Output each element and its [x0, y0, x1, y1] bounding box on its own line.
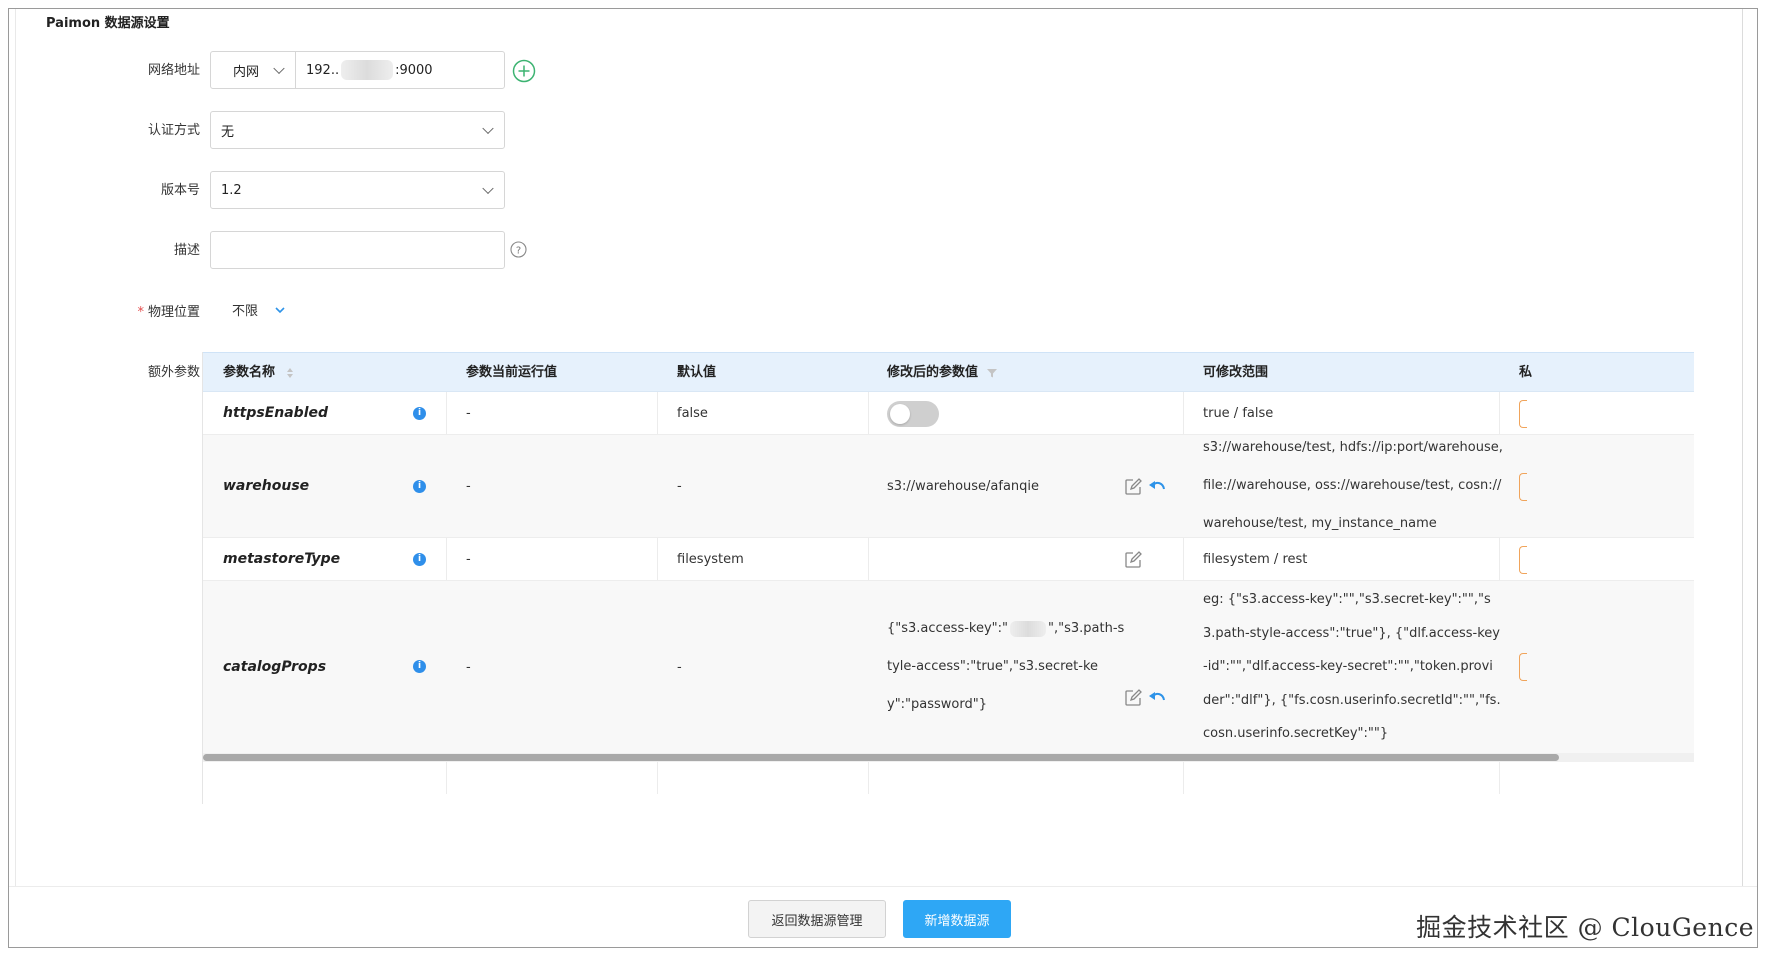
desc-label: 描述: [173, 243, 200, 258]
network-label: 网络地址: [147, 63, 200, 78]
default-value: filesystem: [677, 551, 744, 567]
default-value: -: [677, 478, 682, 494]
modified-line: y":"password"}: [887, 697, 988, 712]
param-name: warehouse: [223, 478, 310, 494]
help-icon[interactable]: ?: [510, 241, 527, 258]
range-line: -id":"","dlf.access-key-secret":"","toke…: [1203, 659, 1493, 675]
row-action-edge[interactable]: [1519, 473, 1527, 501]
range-line: eg: {"s3.access-key":"","s3.secret-key":…: [1203, 592, 1491, 608]
info-icon[interactable]: i: [413, 407, 426, 420]
col-modified-value[interactable]: 修改后的参数值: [887, 353, 997, 393]
col-private: 私: [1519, 365, 1533, 380]
range-line: s3://warehouse/test, hdfs://ip:port/ware…: [1203, 440, 1503, 455]
table-row: catalogProps i - - {"s3.access-key":" ","…: [203, 581, 1694, 753]
auth-select[interactable]: 无: [210, 111, 505, 149]
auth-value: 无: [221, 124, 235, 140]
table-row: metastoreType i - filesystem filesystem …: [203, 538, 1694, 581]
col-param-name-label: 参数名称: [223, 365, 276, 380]
network-type-select[interactable]: 内网: [210, 51, 296, 89]
add-datasource-button[interactable]: 新增数据源: [903, 900, 1011, 938]
col-current-value: 参数当前运行值: [466, 365, 558, 380]
info-icon[interactable]: i: [413, 553, 426, 566]
location-select[interactable]: 不限: [232, 300, 286, 319]
info-icon[interactable]: i: [413, 480, 426, 493]
chevron-down-icon: [275, 306, 285, 313]
col-default-value: 默认值: [677, 365, 717, 380]
https-toggle[interactable]: [887, 401, 939, 427]
location-label: * 物理位置: [20, 301, 200, 320]
editable-range: eg: {"s3.access-key":"","s3.secret-key":…: [1203, 581, 1501, 753]
svg-text:?: ?: [516, 245, 521, 256]
col-editable-range: 可修改范围: [1203, 365, 1269, 380]
range-line: der":"dlf"}, {"fs.cosn.userinfo.secretId…: [1203, 692, 1501, 708]
current-value: -: [466, 659, 471, 675]
extra-params-label: 额外参数: [147, 365, 200, 380]
editable-range: true / false: [1203, 405, 1274, 421]
range-line: 3.path-style-access":"true"}, {"dlf.acce…: [1203, 625, 1500, 641]
ip-dots: .: [334, 62, 340, 78]
watermark: 掘金技术社区 @ ClouGence: [1416, 913, 1754, 942]
current-value: -: [466, 405, 471, 421]
scrollbar-thumb[interactable]: [203, 754, 1559, 761]
range-line: file://warehouse, oss://warehouse/test, …: [1203, 478, 1502, 493]
horizontal-scrollbar[interactable]: [203, 753, 1694, 762]
info-icon[interactable]: i: [413, 660, 426, 673]
chevron-down-icon: [482, 182, 494, 195]
modified-line: {"s3.access-key":" ","s3.path-s: [887, 620, 1125, 637]
auth-label: 认证方式: [147, 123, 200, 138]
version-label: 版本号: [160, 183, 200, 198]
version-select[interactable]: 1.2: [210, 171, 505, 209]
ip-address-input[interactable]: 192. . :9000: [295, 51, 505, 89]
default-value: false: [677, 405, 708, 421]
ip-suffix: :9000: [395, 62, 433, 78]
current-value: -: [466, 478, 471, 494]
sort-icon[interactable]: [286, 367, 294, 379]
location-label-text: 物理位置: [147, 305, 200, 320]
required-mark: *: [137, 305, 144, 320]
row-action-edge[interactable]: [1519, 653, 1527, 681]
chevron-down-icon: [482, 122, 494, 135]
chevron-down-icon: [273, 62, 285, 75]
params-table: 参数名称 参数当前运行值 默认值 修改后的参数值 可修改范围 私 httpsEn…: [202, 352, 1694, 804]
redacted-key: [1010, 620, 1047, 637]
location-value: 不限: [232, 304, 259, 319]
version-value: 1.2: [221, 182, 242, 198]
edit-icon[interactable]: [1123, 550, 1143, 570]
param-name: httpsEnabled: [223, 405, 329, 421]
current-value: -: [466, 551, 471, 567]
table-row: warehouse i - - s3://warehouse/afanqie s…: [203, 435, 1694, 538]
table-header: 参数名称 参数当前运行值 默认值 修改后的参数值 可修改范围 私: [203, 352, 1694, 392]
filter-icon[interactable]: [986, 368, 997, 378]
redacted-ip: [341, 60, 394, 80]
edit-icon[interactable]: [1123, 688, 1143, 708]
back-to-datasource-button[interactable]: 返回数据源管理: [748, 900, 886, 938]
undo-icon[interactable]: [1147, 477, 1167, 497]
row-action-edge[interactable]: [1519, 546, 1527, 574]
param-name: metastoreType: [223, 551, 341, 567]
modified-value: s3://warehouse/afanqie: [887, 478, 1040, 494]
row-action-edge[interactable]: [1519, 400, 1527, 428]
ip-prefix: 192.: [306, 62, 335, 78]
undo-icon[interactable]: [1147, 688, 1167, 708]
add-circle-icon[interactable]: [512, 59, 536, 83]
section-title: Paimon 数据源设置: [46, 16, 170, 31]
network-type-value: 内网: [233, 64, 260, 80]
range-line: cosn.userinfo.secretKey":""}: [1203, 726, 1389, 742]
col-modified-value-label: 修改后的参数值: [887, 365, 979, 380]
toggle-knob: [890, 404, 910, 424]
modified-line: tyle-access":"true","s3.secret-ke: [887, 659, 1099, 674]
app-window: Paimon 数据源设置 网络地址 内网 192. . :9000 认证方式 无…: [8, 8, 1758, 948]
editable-range: filesystem / rest: [1203, 551, 1308, 567]
default-value: -: [677, 659, 682, 675]
param-name: catalogProps: [223, 659, 327, 675]
col-param-name[interactable]: 参数名称: [223, 353, 294, 393]
edit-icon[interactable]: [1123, 477, 1143, 497]
modified-value: {"s3.access-key":" ","s3.path-s tyle-acce…: [887, 581, 1124, 753]
editable-range: s3://warehouse/test, hdfs://ip:port/ware…: [1203, 435, 1503, 537]
desc-input[interactable]: [210, 231, 505, 269]
